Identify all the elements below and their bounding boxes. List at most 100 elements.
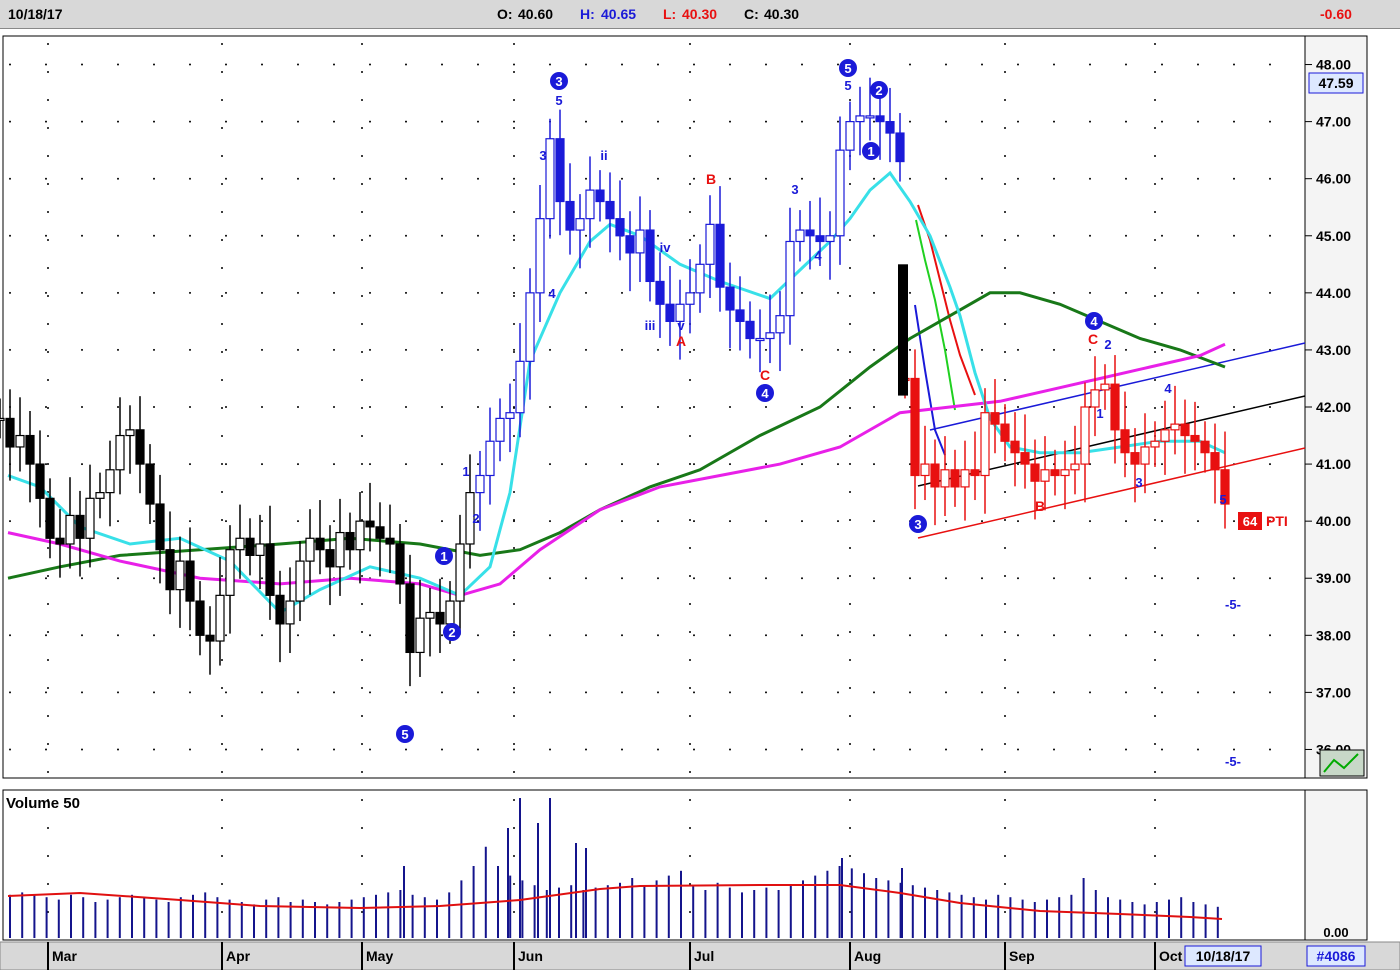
grid-dot <box>189 177 191 180</box>
grid-dot <box>513 351 515 353</box>
grid-dot <box>765 577 767 580</box>
candle-body <box>385 537 395 545</box>
grid-dot <box>221 239 223 241</box>
grid-dot <box>689 71 691 73</box>
grid-dot <box>1154 155 1156 157</box>
grid-dot <box>361 43 363 45</box>
grid-dot <box>729 634 731 637</box>
grid-dot <box>849 743 851 745</box>
candle-body <box>1190 434 1200 442</box>
grid-dot <box>909 177 911 180</box>
candle-body <box>15 434 25 448</box>
candle-body <box>705 223 715 265</box>
grid-dot <box>1089 577 1091 580</box>
grid-dot <box>729 348 731 351</box>
grid-dot <box>945 291 947 294</box>
grid-dot <box>849 799 851 801</box>
grid-dot <box>1017 348 1019 351</box>
grid-dot <box>221 351 223 353</box>
candle-body <box>255 543 265 557</box>
grid-dot <box>189 120 191 123</box>
grid-dot <box>513 120 515 123</box>
grid-dot <box>297 291 299 294</box>
candle-body <box>365 520 375 528</box>
grid-dot <box>1154 519 1156 521</box>
candle-body <box>885 121 895 134</box>
grid-dot <box>873 177 875 180</box>
grid-dot <box>689 799 691 801</box>
grid-dot <box>221 855 223 857</box>
projection-red <box>917 204 976 396</box>
grid-dot <box>441 234 443 237</box>
grid-dot <box>405 120 407 123</box>
grid-dot <box>621 634 623 637</box>
grid-dot <box>1154 183 1156 185</box>
grid-dot <box>1154 575 1156 577</box>
candle-body <box>175 560 185 591</box>
grid-dot <box>513 291 515 294</box>
grid-dot <box>689 155 691 157</box>
grid-dot <box>45 577 47 580</box>
grid-dot <box>693 348 695 351</box>
grid-dot <box>981 120 983 123</box>
grid-dot <box>221 295 223 297</box>
grid-dot <box>513 491 515 493</box>
grid-dot <box>689 379 691 381</box>
grid-dot <box>225 234 227 237</box>
y-tick-label: 44.00 <box>1316 285 1351 301</box>
candle-body <box>375 526 385 539</box>
candle-body <box>1170 423 1180 431</box>
grid-dot <box>441 463 443 466</box>
grid-dot <box>1017 406 1019 408</box>
grid-dot <box>221 715 223 717</box>
grid-dot <box>1017 634 1019 637</box>
grid-dot <box>621 577 623 580</box>
grid-dot <box>1197 348 1199 351</box>
candle-body <box>1090 389 1100 408</box>
grid-dot <box>1233 63 1235 66</box>
grid-dot <box>837 348 839 351</box>
grid-dot <box>657 748 659 751</box>
grid-dot <box>513 691 515 694</box>
grid-dot <box>45 463 47 466</box>
grid-dot <box>1125 63 1127 66</box>
grid-dot <box>1004 771 1006 773</box>
wave-label: ii <box>600 148 607 163</box>
grid-dot <box>981 63 983 66</box>
grid-dot <box>369 234 371 237</box>
grid-dot <box>513 211 515 213</box>
grid-dot <box>153 348 155 351</box>
grid-dot <box>1017 520 1019 523</box>
candle-body <box>1030 463 1040 482</box>
grid-dot <box>441 748 443 751</box>
grid-dot <box>981 291 983 294</box>
grid-dot <box>221 183 223 185</box>
grid-dot <box>1161 577 1163 580</box>
grid-dot <box>221 799 223 801</box>
y-tick-label: 48.00 <box>1316 57 1351 73</box>
grid-dot <box>221 771 223 773</box>
grid-dot <box>117 520 119 523</box>
grid-dot <box>221 323 223 325</box>
volume-panel-frame <box>2 789 1306 941</box>
grid-dot <box>333 691 335 694</box>
grid-dot <box>225 348 227 351</box>
grid-dot <box>1154 799 1156 801</box>
candle-body <box>145 463 155 505</box>
grid-dot <box>117 177 119 180</box>
grid-dot <box>693 406 695 408</box>
candle-body <box>135 429 145 465</box>
grid-dot <box>117 120 119 123</box>
grid-dot <box>981 234 983 237</box>
candle-body <box>335 531 345 568</box>
grid-dot <box>153 748 155 751</box>
grid-dot <box>361 491 363 493</box>
grid-dot <box>47 99 49 101</box>
grid-dot <box>1004 295 1006 297</box>
grid-dot <box>945 63 947 66</box>
grid-dot <box>261 634 263 637</box>
wave-label: 2 <box>875 83 882 98</box>
grid-dot <box>261 63 263 66</box>
grid-dot <box>1233 748 1235 751</box>
chart-tools-icon[interactable] <box>1319 749 1365 777</box>
